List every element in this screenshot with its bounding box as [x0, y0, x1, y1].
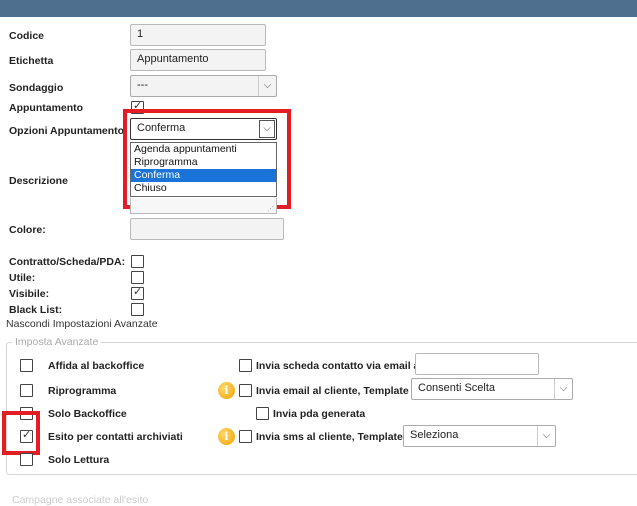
- invia-pda-label: Invia pda generata: [273, 408, 366, 420]
- invia-pda-checkbox[interactable]: [256, 407, 269, 420]
- solo-lettura-checkbox[interactable]: [20, 453, 33, 466]
- etichetta-field[interactable]: Appuntamento: [130, 49, 266, 71]
- toggle-advanced-link[interactable]: Nascondi Impostazioni Avanzate: [6, 318, 158, 330]
- affida-backoffice-checkbox[interactable]: [20, 359, 33, 372]
- chevron-down-icon: ⌵: [554, 379, 572, 399]
- utile-label: Utile:: [9, 272, 36, 284]
- solo-backoffice-label: Solo Backoffice: [48, 408, 127, 420]
- riprogramma-label: Riprogramma: [48, 385, 117, 397]
- chevron-down-icon: ⌵: [537, 426, 555, 446]
- contratto-label: Contratto/Scheda/PDA:: [9, 256, 126, 268]
- invia-scheda-checkbox[interactable]: [239, 359, 252, 372]
- advanced-settings-legend: Imposta Avanzate: [12, 336, 102, 348]
- solo-lettura-label: Solo Lettura: [48, 454, 110, 466]
- descrizione-textarea[interactable]: ⋰: [130, 198, 277, 214]
- visibile-checkbox[interactable]: ✓: [131, 286, 144, 300]
- esito-archiviati-label: Esito per contatti archiviati: [48, 431, 183, 443]
- opzioni-appuntamento-label: Opzioni Appuntamento: [9, 125, 125, 137]
- codice-label: Codice: [9, 30, 45, 42]
- chevron-down-icon: ⌵: [258, 76, 276, 96]
- info-icon[interactable]: i: [218, 382, 235, 399]
- invia-scheda-label: Invia scheda contatto via email a: [256, 360, 420, 372]
- resize-handle-icon[interactable]: ⋰: [267, 205, 274, 213]
- blacklist-checkbox[interactable]: [131, 303, 144, 316]
- visibile-label: Visibile:: [9, 288, 50, 300]
- appuntamento-label: Appuntamento: [9, 102, 84, 114]
- invia-sms-template-select[interactable]: Seleziona ⌵: [403, 425, 556, 447]
- highlight-box-esito: [2, 411, 40, 455]
- colore-field[interactable]: [130, 218, 284, 240]
- utile-checkbox[interactable]: [131, 271, 144, 284]
- checkmark-icon: ✓: [133, 286, 143, 298]
- invia-email-checkbox[interactable]: [239, 384, 252, 397]
- invia-sms-checkbox[interactable]: [239, 430, 252, 443]
- window-header-bar: [0, 0, 637, 17]
- codice-field[interactable]: 1: [130, 24, 266, 46]
- invia-sms-label: Invia sms al cliente, Template: [256, 431, 403, 443]
- invia-scheda-email-field[interactable]: [415, 353, 539, 375]
- highlight-box-opzioni: [123, 109, 291, 209]
- affida-backoffice-label: Affida al backoffice: [48, 360, 145, 372]
- campagne-partial-label: Campagne associate all'esito: [12, 494, 149, 506]
- descrizione-label: Descrizione: [9, 175, 68, 187]
- colore-label: Colore:: [9, 224, 46, 236]
- sondaggio-select[interactable]: --- ⌵: [130, 75, 277, 97]
- sondaggio-value: ---: [137, 79, 148, 91]
- contratto-checkbox[interactable]: [131, 255, 144, 268]
- invia-email-label: Invia email al cliente, Template: [256, 385, 409, 397]
- riprogramma-checkbox[interactable]: [20, 384, 33, 397]
- etichetta-label: Etichetta: [9, 55, 54, 67]
- invia-email-template-value: Consenti Scelta: [418, 382, 496, 394]
- blacklist-label: Black List:: [9, 304, 63, 316]
- invia-email-template-select[interactable]: Consenti Scelta ⌵: [411, 378, 573, 400]
- info-icon[interactable]: i: [218, 428, 235, 445]
- sondaggio-label: Sondaggio: [9, 82, 64, 94]
- invia-sms-template-value: Seleziona: [410, 429, 459, 441]
